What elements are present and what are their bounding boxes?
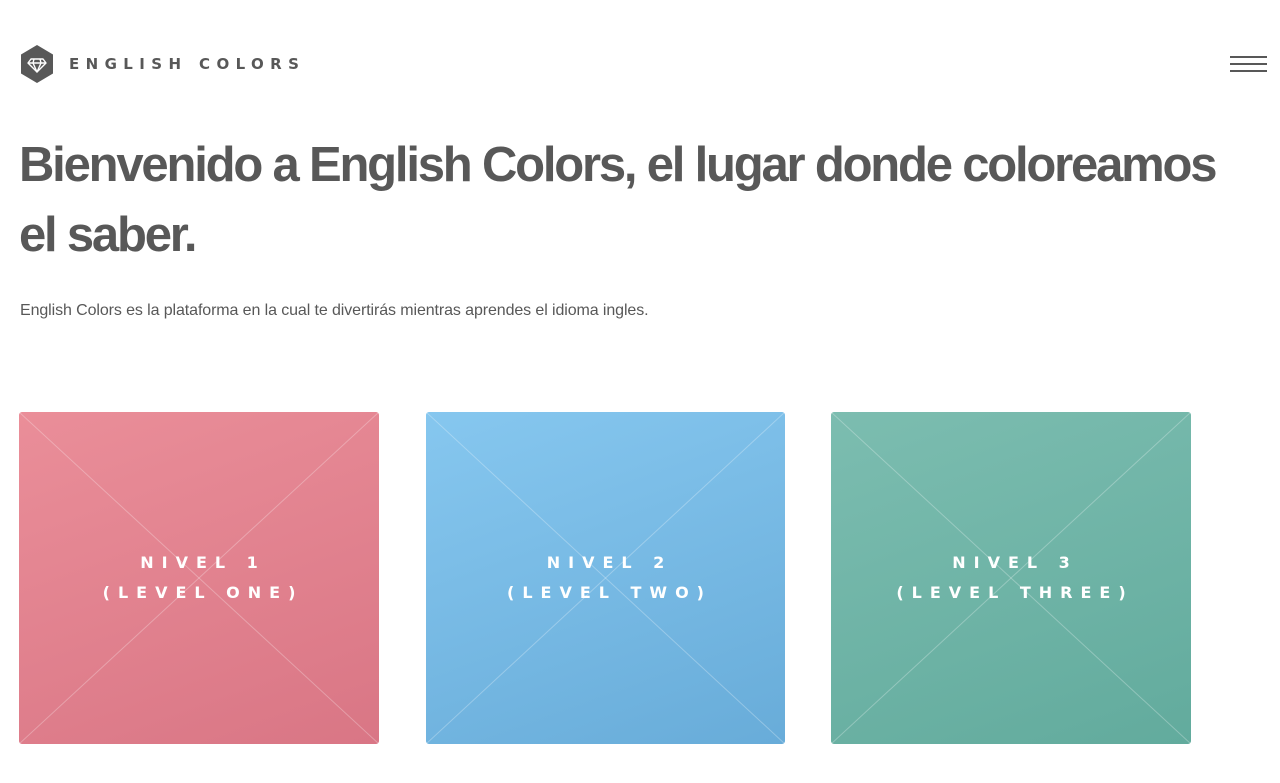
hamburger-menu-icon[interactable] [1228, 53, 1268, 77]
brand-name: ENGLISH COLORS [69, 55, 306, 73]
page-title: Bienvenido a English Colors, el lugar do… [19, 138, 1217, 262]
level-2-tile[interactable]: NIVEL 2 (LEVEL TWO) [426, 412, 785, 744]
page: ENGLISH COLORS Bienvenido a English Colo… [0, 0, 1280, 783]
level-1-subtitle: (LEVEL ONE) [102, 583, 304, 602]
level-3-label: NIVEL 3 (LEVEL THREE) [831, 548, 1191, 608]
level-3-title: NIVEL 3 [952, 553, 1078, 572]
brand-logo-link[interactable]: ENGLISH COLORS [20, 44, 305, 84]
level-3-subtitle: (LEVEL THREE) [896, 583, 1134, 602]
level-2-title: NIVEL 2 [546, 553, 673, 572]
level-3-tile[interactable]: NIVEL 3 (LEVEL THREE) [831, 412, 1191, 744]
level-1-title: NIVEL 1 [140, 553, 266, 572]
level-2-subtitle: (LEVEL TWO) [507, 583, 712, 602]
level-2-label: NIVEL 2 (LEVEL TWO) [426, 548, 785, 608]
page-subtitle: English Colors es la plataforma en la cu… [20, 302, 649, 319]
level-1-tile[interactable]: NIVEL 1 (LEVEL ONE) [19, 412, 379, 744]
menu-bar-middle [1230, 63, 1267, 65]
level-1-label: NIVEL 1 (LEVEL ONE) [19, 548, 379, 608]
menu-bar-top [1230, 56, 1267, 58]
menu-bar-bottom [1230, 70, 1267, 72]
diamond-hexagon-icon [21, 45, 53, 83]
